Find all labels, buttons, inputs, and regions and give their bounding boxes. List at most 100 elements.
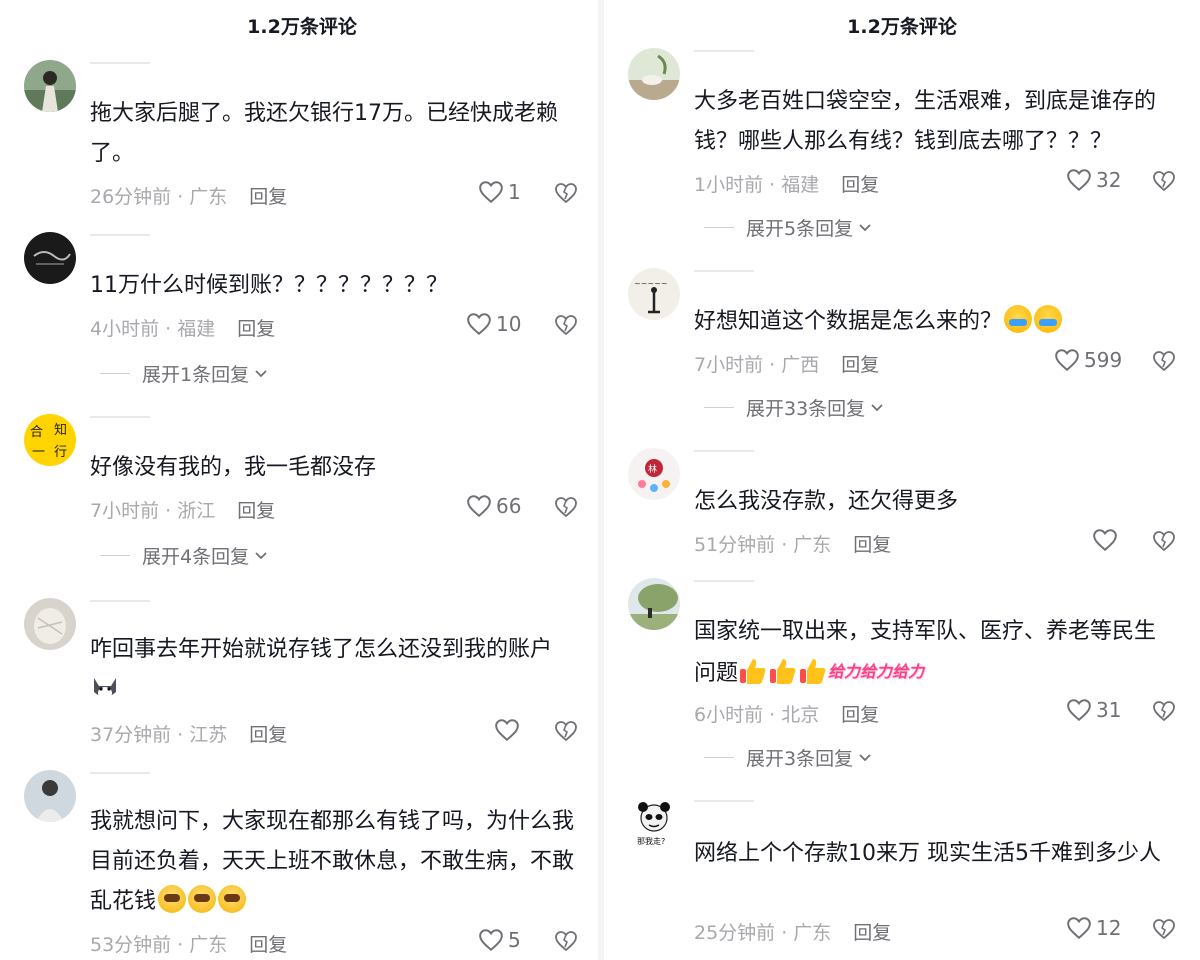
comment-meta: 37分钟前 · 江苏 回复 xyxy=(90,720,287,747)
comment-meta: 4小时前 · 福建 回复 xyxy=(90,314,275,341)
broken-heart-icon[interactable] xyxy=(554,181,578,205)
comment-count-title: 1.2万条评论 xyxy=(247,16,357,38)
avatar-calligraphy-icon[interactable]: 合知一行 xyxy=(24,414,76,466)
comment-panel-right: 1.2万条评论 大多老百姓口袋空空，生活艰难，到底是谁存的钱？哪些人那么有线？钱… xyxy=(604,0,1200,960)
heart-icon xyxy=(467,495,491,518)
comment-text: 11万什么时候到账？？？？？？？？ xyxy=(90,273,448,298)
comment-meta: 7小时前 · 广西 回复 xyxy=(694,350,879,377)
reply-button[interactable]: 回复 xyxy=(237,318,275,340)
comment-meta: 1小时前 · 福建 回复 xyxy=(694,170,879,197)
username-placeholder xyxy=(694,50,754,54)
expand-replies-label: 展开1条回复 xyxy=(142,364,250,386)
reply-button[interactable]: 回复 xyxy=(853,534,891,556)
chevron-down-icon xyxy=(859,223,871,231)
like-button[interactable] xyxy=(1092,528,1122,552)
broken-heart-icon[interactable] xyxy=(1152,529,1176,553)
comment-meta: 7小时前 · 浙江 回复 xyxy=(90,496,275,523)
avatar-woman-icon[interactable] xyxy=(24,60,76,112)
heart-icon xyxy=(479,929,503,952)
comment-time-location: 6小时前 · 北京 xyxy=(694,704,820,726)
expand-replies-label: 展开33条回复 xyxy=(746,398,866,420)
comment-time-location: 7小时前 · 广西 xyxy=(694,354,820,376)
pleading-emoji-icon xyxy=(188,885,217,913)
expand-replies-button[interactable]: 展开3条回复 xyxy=(704,744,873,771)
avatar-panda-meme-icon[interactable]: 那我走? xyxy=(628,798,680,850)
broken-heart-icon[interactable] xyxy=(1152,169,1176,193)
like-count: 599 xyxy=(1084,348,1123,372)
reply-button[interactable]: 回复 xyxy=(249,934,287,956)
divider-line xyxy=(704,407,734,408)
like-count: 1 xyxy=(508,180,521,204)
avatar-lin-icon[interactable]: 林 xyxy=(628,448,680,500)
broken-heart-icon[interactable] xyxy=(554,929,578,953)
avatar-ink-icon[interactable]: ~~~~~ xyxy=(628,268,680,320)
like-count: 31 xyxy=(1096,698,1122,722)
comment-meta: 53分钟前 · 广东 回复 xyxy=(90,930,287,957)
reply-button[interactable]: 回复 xyxy=(841,354,879,376)
like-button[interactable]: 12 xyxy=(1066,916,1121,940)
broken-heart-icon[interactable] xyxy=(554,719,578,743)
chevron-down-icon xyxy=(255,551,267,559)
reply-button[interactable]: 回复 xyxy=(249,724,287,746)
like-count: 5 xyxy=(508,928,521,952)
svg-text:合: 合 xyxy=(30,425,43,440)
username-placeholder xyxy=(694,580,754,584)
like-button[interactable]: 599 xyxy=(1054,348,1122,372)
screenshot-collage: 1.2万条评论 拖大家后腿了。我还欠银行17万。已经快成老赖了。 26分钟前 ·… xyxy=(0,0,1200,960)
like-button[interactable]: 31 xyxy=(1066,698,1121,722)
username-placeholder xyxy=(90,772,150,776)
reply-button[interactable]: 回复 xyxy=(841,174,879,196)
reply-button[interactable]: 回复 xyxy=(853,922,891,944)
thumbs-up-emoji-icon xyxy=(740,659,766,684)
broken-heart-icon[interactable] xyxy=(1152,349,1176,373)
comment-text: 大多老百姓口袋空空，生活艰难，到底是谁存的钱？哪些人那么有线？钱到底去哪了？？？ xyxy=(694,89,1157,154)
broken-heart-icon[interactable] xyxy=(554,313,578,337)
chevron-down-icon xyxy=(255,369,267,377)
divider-line xyxy=(704,757,734,758)
comment-panel-left: 1.2万条评论 拖大家后腿了。我还欠银行17万。已经快成老赖了。 26分钟前 ·… xyxy=(0,0,604,960)
like-button[interactable]: 5 xyxy=(478,928,521,952)
expand-replies-button[interactable]: 展开4条回复 xyxy=(100,542,269,569)
like-button[interactable]: 66 xyxy=(466,494,521,518)
divider-line xyxy=(704,227,734,228)
username-placeholder xyxy=(694,800,754,804)
like-button[interactable] xyxy=(494,718,524,742)
comment-text: 网络上个个存款10来万 现实生活5千难到多少人 xyxy=(694,841,1161,866)
thumbs-up-emoji-icon xyxy=(800,659,826,684)
pleading-emoji-icon xyxy=(218,885,247,913)
comment-time-location: 37分钟前 · 江苏 xyxy=(90,724,228,746)
like-button[interactable]: 1 xyxy=(478,180,521,204)
thumbs-up-emoji-icon xyxy=(770,659,796,684)
comment-text: 拖大家后腿了。我还欠银行17万。已经快成老赖了。 xyxy=(90,101,558,166)
reply-button[interactable]: 回复 xyxy=(249,186,287,208)
expand-replies-button[interactable]: 展开33条回复 xyxy=(704,394,885,421)
svg-text:一: 一 xyxy=(32,445,45,460)
comment-meta: 51分钟前 · 广东 回复 xyxy=(694,530,891,557)
expand-replies-label: 展开3条回复 xyxy=(746,748,854,770)
broken-heart-icon[interactable] xyxy=(1152,917,1176,941)
heart-icon xyxy=(1067,917,1091,940)
avatar-dark-icon[interactable] xyxy=(24,232,76,284)
heart-icon xyxy=(495,719,519,742)
expand-replies-button[interactable]: 展开5条回复 xyxy=(704,214,873,241)
expand-replies-button[interactable]: 展开1条回复 xyxy=(100,360,269,387)
avatar-hand-icon[interactable] xyxy=(24,598,76,650)
like-button[interactable]: 10 xyxy=(466,312,521,336)
username-placeholder xyxy=(694,270,754,274)
expand-replies-label: 展开4条回复 xyxy=(142,546,250,568)
comment-text: 好像没有我的，我一毛都没存 xyxy=(90,455,377,480)
heart-icon xyxy=(1055,349,1079,372)
reply-button[interactable]: 回复 xyxy=(237,500,275,522)
comment-time-location: 51分钟前 · 广东 xyxy=(694,534,832,556)
heart-icon xyxy=(1093,529,1117,552)
reply-button[interactable]: 回复 xyxy=(841,704,879,726)
broken-heart-icon[interactable] xyxy=(554,495,578,519)
like-count: 10 xyxy=(496,312,522,336)
like-button[interactable]: 32 xyxy=(1066,168,1121,192)
avatar-tree-icon[interactable] xyxy=(628,578,680,630)
avatar-person-icon[interactable] xyxy=(24,770,76,822)
like-count: 32 xyxy=(1096,168,1122,192)
avatar-tea-icon[interactable] xyxy=(628,48,680,100)
username-placeholder xyxy=(694,450,754,454)
broken-heart-icon[interactable] xyxy=(1152,699,1176,723)
